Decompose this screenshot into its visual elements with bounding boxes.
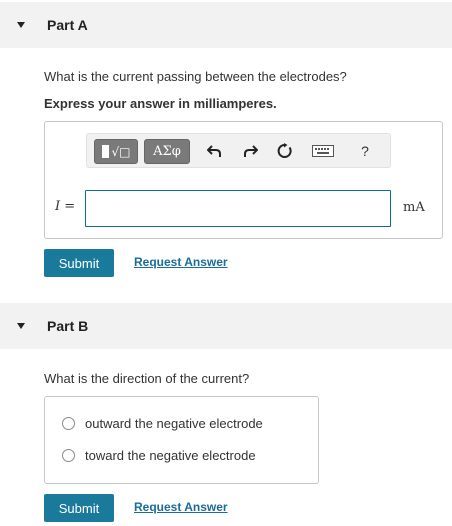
greek-symbols-label: ΑΣφ (153, 144, 181, 159)
collapse-triangle-icon[interactable] (17, 22, 25, 28)
choice-label: outward the negative electrode (85, 416, 263, 431)
part-a-instruction: Express your answer in milliamperes. (44, 96, 277, 111)
choice-list: outward the negative electrode toward th… (44, 396, 319, 484)
part-b-question: What is the direction of the current? (44, 371, 250, 386)
unit-label: mA (403, 200, 425, 215)
part-a-question: What is the current passing between the … (44, 69, 347, 84)
choice-option-2[interactable]: toward the negative electrode (62, 448, 256, 463)
part-a-request-answer-link[interactable]: Request Answer (134, 255, 228, 269)
choice-label: toward the negative electrode (85, 448, 256, 463)
help-button[interactable]: ? (355, 141, 375, 161)
collapse-triangle-icon[interactable] (17, 323, 25, 329)
keyboard-icon[interactable] (310, 141, 336, 161)
greek-symbols-button[interactable]: ΑΣφ (144, 139, 190, 164)
redo-icon[interactable] (240, 141, 260, 161)
templates-button[interactable]: √□ (94, 139, 138, 164)
part-b-submit-button[interactable]: Submit (44, 494, 114, 522)
part-a-title: Part A (47, 17, 88, 33)
part-a-header[interactable]: Part A (0, 2, 452, 48)
answer-box: √□ ΑΣφ ? I = mA (44, 121, 443, 239)
part-b-header[interactable]: Part B (0, 303, 452, 349)
template-block-icon (101, 145, 109, 158)
equals-sign: = (64, 199, 76, 214)
part-b-title: Part B (47, 318, 89, 334)
answer-input[interactable] (85, 190, 391, 227)
choice-option-1[interactable]: outward the negative electrode (62, 416, 263, 431)
radio-button[interactable] (62, 449, 75, 462)
part-a-submit-button[interactable]: Submit (44, 249, 114, 277)
reset-icon[interactable] (275, 141, 295, 161)
variable-label: I = (55, 199, 75, 214)
math-toolbar: √□ ΑΣφ ? (86, 133, 391, 168)
templates-label: √□ (111, 144, 131, 159)
radio-button[interactable] (62, 417, 75, 430)
undo-icon[interactable] (205, 141, 225, 161)
part-b-request-answer-link[interactable]: Request Answer (134, 500, 228, 514)
variable-symbol: I (55, 199, 61, 214)
